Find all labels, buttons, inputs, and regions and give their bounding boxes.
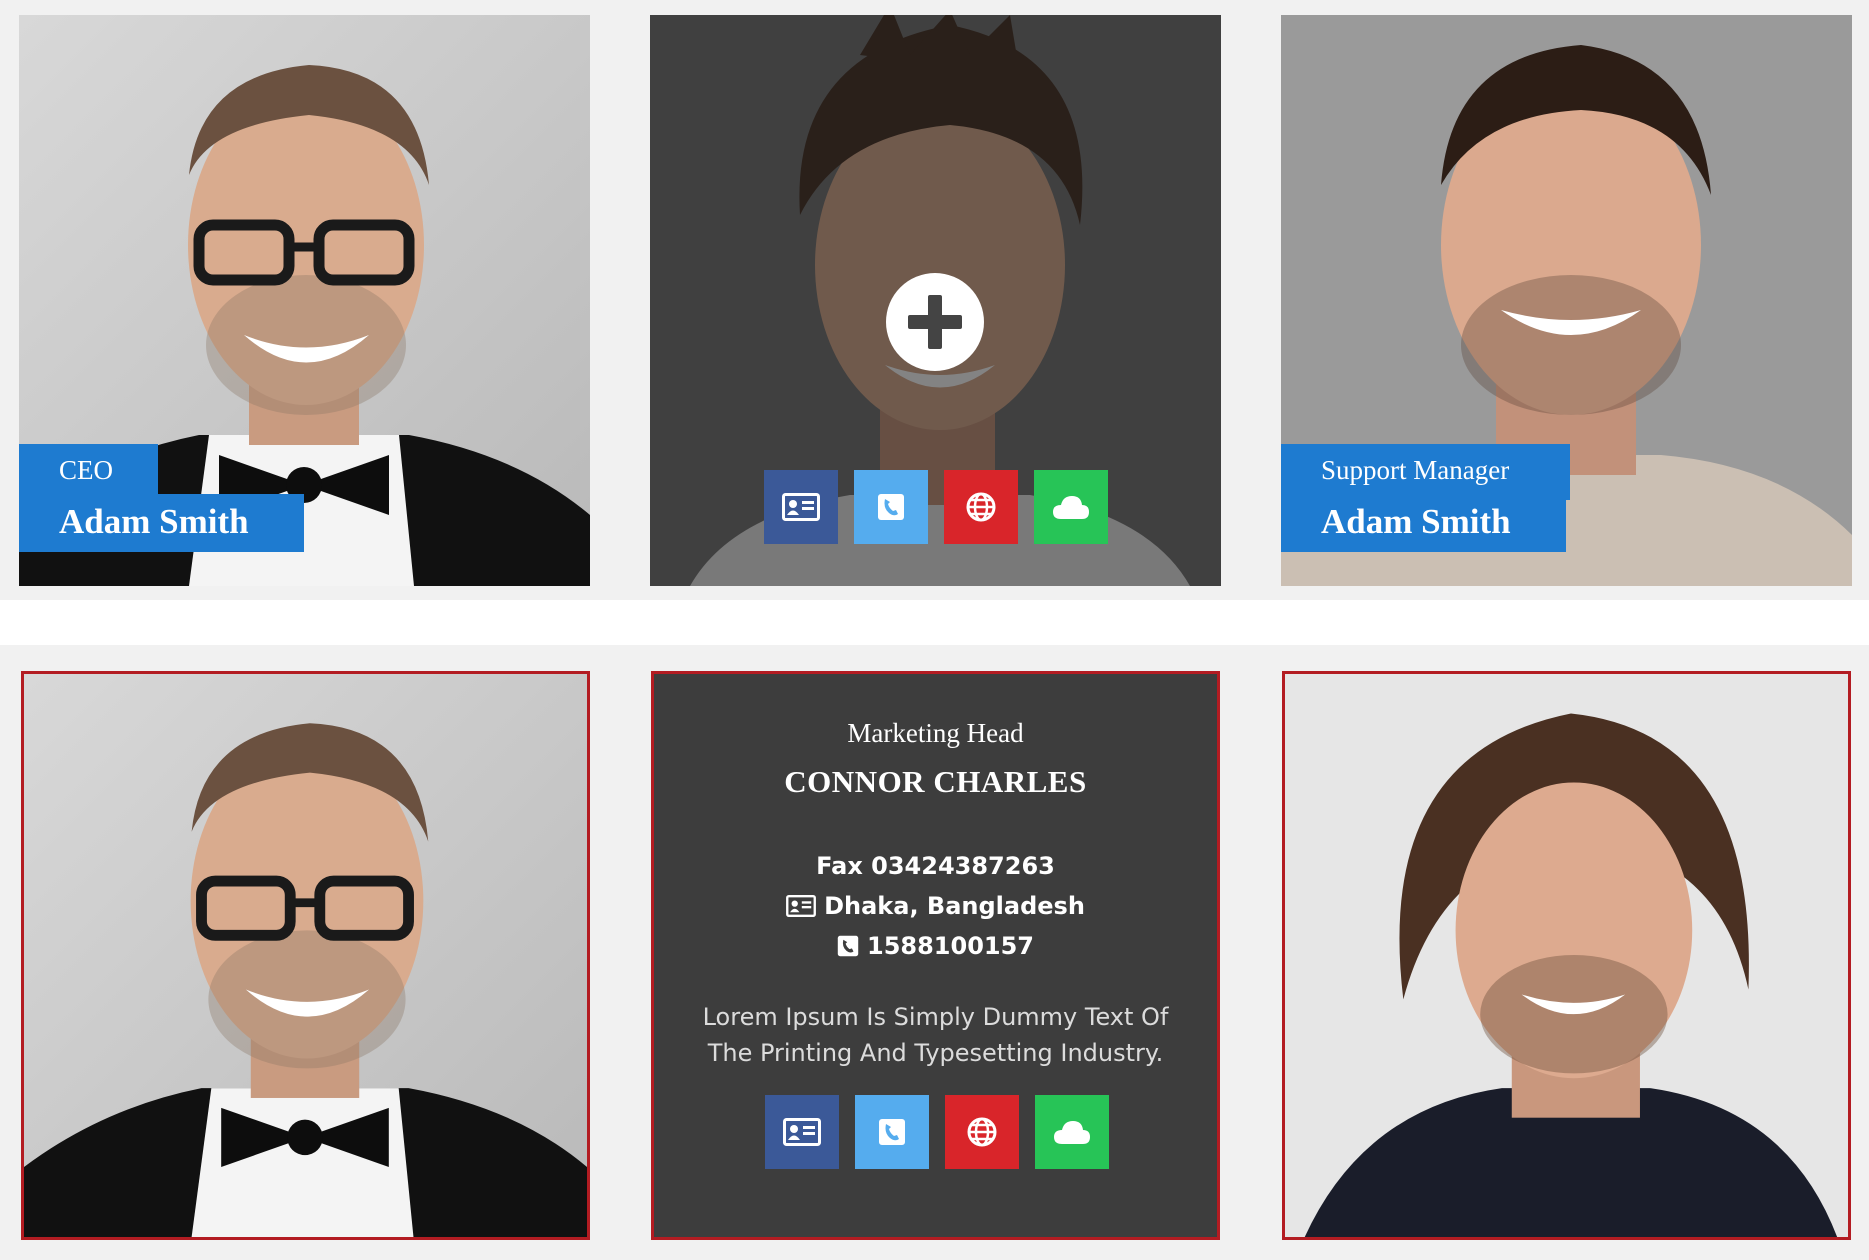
cloud-icon bbox=[1054, 1121, 1090, 1144]
globe-icon bbox=[967, 1117, 997, 1147]
social-links bbox=[764, 470, 1108, 544]
member-role: Support Manager bbox=[1281, 444, 1570, 500]
team-card-photo[interactable] bbox=[21, 671, 590, 1240]
plus-icon[interactable] bbox=[886, 273, 984, 371]
team-member-photo bbox=[1285, 674, 1848, 1237]
phone-icon bbox=[878, 494, 904, 520]
phone-line: 1588100157 bbox=[654, 932, 1217, 960]
fax-text: Fax 03424387263 bbox=[816, 852, 1055, 880]
id-card-icon bbox=[783, 1118, 821, 1146]
team-member-photo bbox=[24, 674, 587, 1237]
id-card-button[interactable] bbox=[765, 1095, 839, 1169]
globe-button[interactable] bbox=[945, 1095, 1019, 1169]
team-card-info[interactable]: Marketing Head CONNOR CHARLES Fax 034243… bbox=[651, 671, 1220, 1240]
phone-text: 1588100157 bbox=[867, 932, 1034, 960]
team-card-ceo[interactable]: CEO Adam Smith bbox=[19, 15, 590, 586]
address-text: Dhaka, Bangladesh bbox=[824, 892, 1085, 920]
id-card-icon bbox=[782, 493, 820, 521]
social-links bbox=[765, 1095, 1109, 1169]
team-card-hover[interactable] bbox=[650, 15, 1221, 586]
phone-icon bbox=[837, 935, 859, 957]
globe-button[interactable] bbox=[944, 470, 1018, 544]
member-role: CEO bbox=[19, 444, 158, 500]
globe-icon bbox=[966, 492, 996, 522]
cloud-button[interactable] bbox=[1035, 1095, 1109, 1169]
team-card-photo[interactable] bbox=[1282, 671, 1851, 1240]
cloud-button[interactable] bbox=[1034, 470, 1108, 544]
team-card-support-manager[interactable]: Support Manager Adam Smith bbox=[1281, 15, 1852, 586]
id-card-button[interactable] bbox=[764, 470, 838, 544]
member-name: Adam Smith bbox=[19, 494, 304, 552]
phone-button[interactable] bbox=[854, 470, 928, 544]
phone-icon bbox=[879, 1119, 905, 1145]
member-description: Lorem Ipsum Is Simply Dummy Text Of The … bbox=[702, 1003, 1169, 1067]
address-line: Dhaka, Bangladesh bbox=[654, 892, 1217, 920]
phone-button[interactable] bbox=[855, 1095, 929, 1169]
member-role: Marketing Head bbox=[847, 718, 1024, 748]
member-name: Adam Smith bbox=[1281, 494, 1566, 552]
id-card-icon bbox=[786, 895, 817, 917]
member-name: CONNOR CHARLES bbox=[784, 764, 1087, 799]
cloud-icon bbox=[1053, 496, 1089, 519]
fax-line: Fax 03424387263 bbox=[654, 852, 1217, 880]
